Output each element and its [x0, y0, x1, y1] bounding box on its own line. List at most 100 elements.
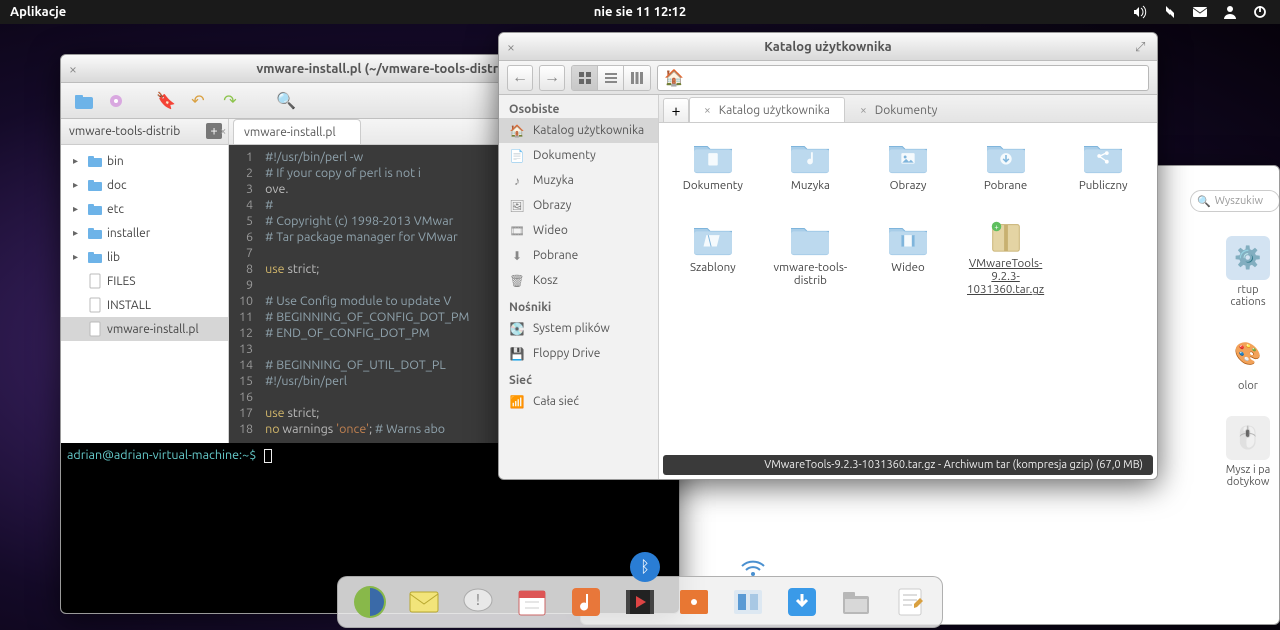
volume-icon[interactable]: [1132, 4, 1148, 20]
dock-mail[interactable]: [402, 580, 446, 624]
status-bar: VMwareTools-9.2.3-1031360.tar.gz - Archi…: [663, 455, 1153, 475]
folder-icon: [982, 135, 1030, 177]
dock-video[interactable]: [618, 580, 662, 624]
power-icon[interactable]: [1252, 4, 1268, 20]
tree-item-lib[interactable]: ▸ lib: [61, 245, 228, 269]
tree-item-INSTALL[interactable]: INSTALL: [61, 293, 228, 317]
dock-calendar[interactable]: [510, 580, 554, 624]
sidebar-item-Muzyka[interactable]: ♪ Muzyka: [499, 168, 658, 193]
close-icon[interactable]: ×: [507, 40, 521, 54]
file-item-VMwareTools-9.2.3-1031360.tar.gz[interactable]: + VMwareTools-9.2.3-1031360.tar.gz: [958, 215, 1054, 293]
editor-sidebar: vmware-tools-distrib + ▸ bin ▸ doc ▸ etc…: [61, 119, 229, 443]
file-grid[interactable]: Dokumenty Muzyka Obrazy Pobrane Publiczn…: [659, 123, 1157, 455]
tree-item-bin[interactable]: ▸ bin: [61, 149, 228, 173]
folder-icon: [87, 249, 103, 265]
file-item-vmware-tools-distrib[interactable]: vmware-tools-distrib: [763, 215, 859, 293]
sidebar-item-Obrazy[interactable]: 🖼 Obrazy: [499, 193, 658, 218]
settings-item-color[interactable]: 🎨olor: [1217, 332, 1279, 392]
tag-button[interactable]: 🔖: [153, 88, 179, 114]
close-tab-icon[interactable]: ×: [216, 125, 230, 138]
sidebar-item-Cała sieć[interactable]: 📶 Cała sieć: [499, 389, 658, 414]
sidebar-category-media: Nośniki: [499, 293, 658, 316]
new-tab-button[interactable]: +: [663, 98, 689, 122]
project-tab[interactable]: vmware-tools-distrib +: [61, 119, 228, 145]
path-bar[interactable]: 🏠: [657, 65, 1149, 91]
sidebar-item-Kosz[interactable]: 🗑 Kosz: [499, 268, 658, 293]
tree-item-doc[interactable]: ▸ doc: [61, 173, 228, 197]
tree-item-FILES[interactable]: FILES: [61, 269, 228, 293]
settings-item-startup[interactable]: ⚙️rtup cations: [1217, 236, 1279, 308]
user-icon[interactable]: [1222, 4, 1238, 20]
home-icon[interactable]: 🏠: [664, 68, 684, 87]
search-button[interactable]: 🔍: [273, 88, 299, 114]
dock-photos[interactable]: [672, 580, 716, 624]
folder-icon: [786, 135, 834, 177]
close-icon[interactable]: ×: [69, 62, 83, 76]
folder-icon: [1079, 135, 1127, 177]
settings-item-mouse[interactable]: 🖱️Mysz i pa dotykow: [1217, 416, 1279, 488]
archive-icon: +: [982, 217, 1030, 255]
list-view-button[interactable]: [598, 66, 624, 90]
trash-icon: 🗑: [509, 274, 525, 288]
file-item-Pobrane[interactable]: Pobrane: [958, 133, 1054, 211]
view-switcher[interactable]: [571, 65, 651, 91]
file-icon: [87, 297, 103, 313]
folder-icon: [87, 201, 103, 217]
file-manager-title: Katalog użytkownika: [529, 40, 1127, 54]
icon-view-button[interactable]: [572, 66, 598, 90]
panel-clock[interactable]: nie sie 11 12:12: [594, 5, 686, 19]
svg-text:+: +: [994, 223, 998, 231]
sidebar-item-Pobrane[interactable]: ⬇ Pobrane: [499, 243, 658, 268]
search-icon: 🔍: [1197, 195, 1211, 208]
sidebar-item-Dokumenty[interactable]: 📄 Dokumenty: [499, 143, 658, 168]
nav-back-button[interactable]: ←: [507, 65, 533, 91]
editor-file-tab[interactable]: × vmware-install.pl: [233, 119, 361, 144]
file-item-Obrazy[interactable]: Obrazy: [860, 133, 956, 211]
dock-chat[interactable]: !: [456, 580, 500, 624]
dock-download[interactable]: [780, 580, 824, 624]
tree-item-installer[interactable]: ▸ installer: [61, 221, 228, 245]
folder-icon: [786, 217, 834, 259]
file-item-Publiczny[interactable]: Publiczny: [1055, 133, 1151, 211]
dock-switcher[interactable]: [726, 580, 770, 624]
tree-item-etc[interactable]: ▸ etc: [61, 197, 228, 221]
wifi-icon: 📶: [509, 395, 525, 409]
dock-files[interactable]: [834, 580, 878, 624]
tree-item-vmware-install.pl[interactable]: vmware-install.pl: [61, 317, 228, 341]
dock-music[interactable]: [564, 580, 608, 624]
undo-button[interactable]: ↶: [185, 88, 211, 114]
settings-search[interactable]: 🔍 Wyszukiw: [1190, 190, 1280, 212]
maximize-icon[interactable]: ⤢: [1135, 40, 1149, 54]
file-manager-window: × Katalog użytkownika ⤢ ← → 🏠 Osobiste 🏠…: [498, 32, 1158, 480]
top-panel: Aplikacje nie sie 11 12:12: [0, 0, 1280, 24]
file-manager-sidebar: Osobiste 🏠 Katalog użytkownika 📄 Dokumen…: [499, 95, 659, 479]
applications-menu[interactable]: Aplikacje: [0, 5, 76, 19]
dl-icon: ⬇: [509, 249, 525, 263]
fm-tab-Katalog użytkownika[interactable]: × Katalog użytkownika: [689, 97, 845, 122]
sidebar-item-Wideo[interactable]: 🎞 Wideo: [499, 218, 658, 243]
nav-forward-button[interactable]: →: [539, 65, 565, 91]
file-item-Muzyka[interactable]: Muzyka: [763, 133, 859, 211]
music-icon: ♪: [509, 174, 525, 188]
dock-browser[interactable]: [348, 580, 392, 624]
open-folder-button[interactable]: [71, 88, 97, 114]
file-item-Dokumenty[interactable]: Dokumenty: [665, 133, 761, 211]
sidebar-item-Katalog użytkownika[interactable]: 🏠 Katalog użytkownika: [499, 118, 658, 143]
file-item-Szablony[interactable]: Szablony: [665, 215, 761, 293]
close-tab-icon[interactable]: ×: [704, 104, 711, 117]
file-item-Wideo[interactable]: Wideo: [860, 215, 956, 293]
column-view-button[interactable]: [624, 66, 650, 90]
dock-editor[interactable]: [888, 580, 932, 624]
home-icon: 🏠: [509, 124, 525, 138]
sidebar-item-Floppy Drive[interactable]: 💾 Floppy Drive: [499, 341, 658, 366]
close-tab-icon[interactable]: ×: [860, 104, 867, 117]
settings-button[interactable]: [103, 88, 129, 114]
bluetooth-icon[interactable]: ᛒ: [630, 552, 660, 582]
file-icon: [87, 321, 103, 337]
wifi-icon[interactable]: [740, 558, 766, 582]
mail-icon[interactable]: [1192, 4, 1208, 20]
network-icon[interactable]: [1162, 4, 1178, 20]
fm-tab-Dokumenty[interactable]: × Dokumenty: [845, 97, 953, 122]
sidebar-item-System plików[interactable]: 💽 System plików: [499, 316, 658, 341]
redo-button[interactable]: ↷: [217, 88, 243, 114]
